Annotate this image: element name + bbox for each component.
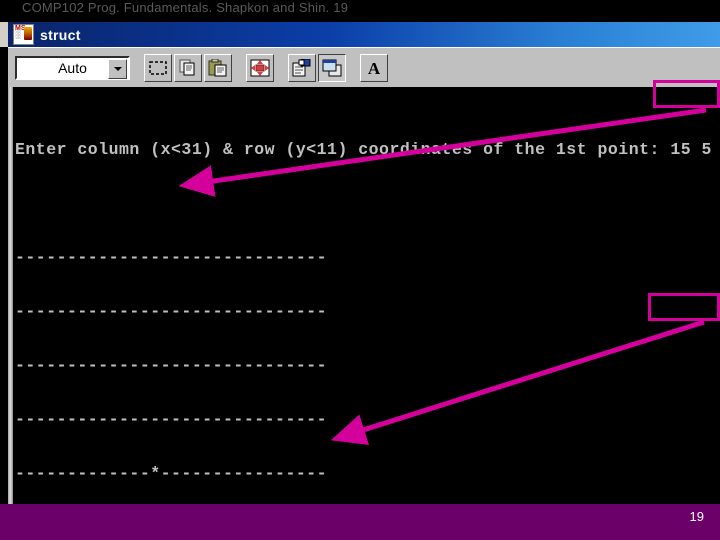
font-size-combo[interactable]: Auto — [15, 55, 130, 80]
copy-icon — [178, 59, 198, 77]
mark-button[interactable] — [144, 53, 172, 82]
slide-header-text: COMP102 Prog. Fundamentals. Shapkon and … — [22, 0, 349, 15]
window-title: struct — [40, 26, 81, 43]
prompt-1-text: Enter column (x<31) & row (y<11) coordin… — [15, 140, 671, 159]
svg-text:A: A — [368, 59, 381, 77]
ms-dos-icon-flag — [24, 27, 32, 40]
copy-button[interactable] — [174, 53, 202, 82]
toolbar-button-group-2 — [246, 53, 276, 82]
properties-button[interactable] — [288, 53, 316, 82]
background-windows-icon — [322, 59, 342, 77]
slide-footer: 19 — [0, 504, 720, 540]
grid-row: ------------------------------ — [15, 248, 328, 267]
console-left-border — [8, 87, 13, 504]
prompt-1-value: 15 5 — [670, 140, 712, 159]
font-button[interactable]: A — [360, 53, 388, 82]
ms-dos-icon-glyph: ░ — [15, 30, 21, 39]
dos-console-window: MS ░ struct Auto A Enter column (x<31) &… — [0, 22, 720, 504]
toolbar-button-group-1 — [144, 53, 234, 82]
slide-root: COMP102 Prog. Fundamentals. Shapkon and … — [0, 0, 720, 540]
toolbar-button-group-3 — [288, 53, 348, 82]
console-line-prompt-1: Enter column (x<31) & row (y<11) coordin… — [15, 141, 720, 159]
full-screen-button[interactable] — [246, 53, 274, 82]
paste-icon — [208, 58, 228, 77]
grid-row: ------------------------------ — [15, 356, 328, 375]
window-left-border — [0, 22, 8, 47]
chevron-down-icon[interactable] — [108, 58, 127, 79]
dos-toolbar: Auto A — [8, 47, 720, 87]
background-button[interactable] — [318, 53, 346, 82]
console-text-area[interactable]: Enter column (x<31) & row (y<11) coordin… — [8, 87, 720, 504]
page-number: 19 — [689, 509, 704, 524]
grid-row: -------------*---------------- — [15, 464, 328, 483]
font-letter-a-icon: A — [364, 59, 384, 78]
grid-1: ------------------------------ ---------… — [15, 213, 720, 504]
mark-dashed-rect-icon — [148, 59, 168, 77]
window-titlebar[interactable]: MS ░ struct — [8, 22, 720, 47]
grid-row: ------------------------------ — [15, 410, 328, 429]
font-size-combo-value: Auto — [58, 59, 87, 76]
ms-dos-icon: MS ░ — [13, 24, 34, 45]
paste-button[interactable] — [204, 53, 232, 82]
grid-row: ------------------------------ — [15, 302, 328, 321]
toolbar-button-group-4: A — [360, 53, 390, 82]
console-lines: Enter column (x<31) & row (y<11) coordin… — [15, 87, 720, 504]
full-screen-arrows-icon — [250, 59, 270, 77]
properties-clipboard-icon — [292, 58, 312, 77]
